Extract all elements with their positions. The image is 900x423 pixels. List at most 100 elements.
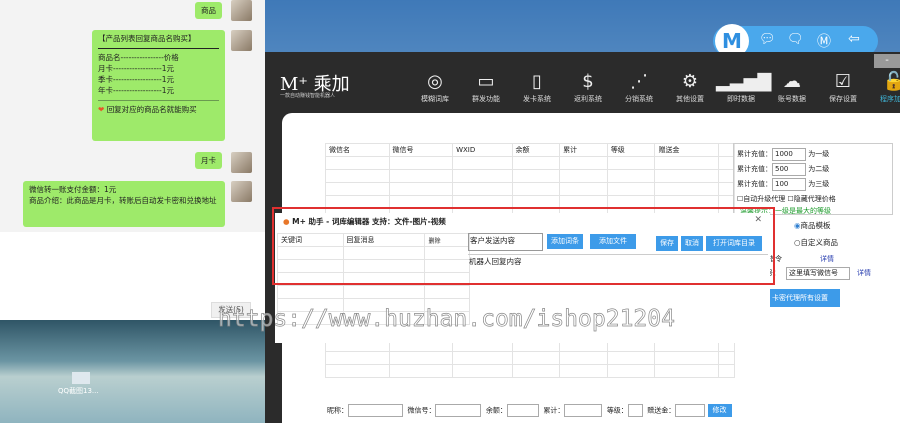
product-list-title: 【产品列表回复商品名购买】 (98, 33, 219, 49)
level-row: 累计充值： 1000 为一级 (737, 147, 889, 162)
toolbar-share[interactable]: ⋰ 分销系统 (614, 70, 664, 104)
toolbar-card[interactable]: ▯ 发卡系统 (512, 70, 562, 104)
detail-link[interactable]: 详情 (857, 268, 871, 278)
save-icon: ☑ (834, 71, 852, 92)
product-list-message: 【产品列表回复商品名购买】 商品名----------------价格 月卡--… (92, 30, 225, 141)
edit-row: 昵称： 微信号： 余额： 累计： 等级： 赠送金： 修改 (327, 404, 732, 417)
agent-settings-button[interactable]: 卡密代理所有设置 (760, 289, 840, 307)
bars-icon: ▂▃▅▇ (716, 71, 772, 92)
modify-button[interactable]: 修改 (707, 404, 732, 417)
nickname-input[interactable] (348, 404, 403, 417)
radio-template-label: 商品模板 (800, 221, 831, 230)
toolbar-dollar[interactable]: $ 返利系统 (563, 70, 613, 104)
level-label: 等级： (606, 406, 628, 415)
product-intro-text: 商品介绍：此商品是月卡，转账后自动发卡密和兑换地址 (29, 196, 217, 205)
avatar (231, 152, 252, 173)
level-suffix: 为二级 (808, 165, 830, 173)
total-input[interactable] (564, 404, 603, 417)
minimize-button[interactable]: - (874, 54, 900, 68)
chat-window: 商品 【产品列表回复商品名购买】 商品名----------------价格 月… (0, 0, 265, 232)
table-row[interactable] (325, 169, 735, 183)
highlight-box (272, 207, 775, 285)
heart-icon: ❤ (98, 105, 105, 114)
level-label: 累计充值： (737, 165, 772, 173)
card-icon: ▯ (532, 71, 542, 92)
desktop-icon-label[interactable]: QQ截图13... (58, 386, 99, 396)
radio-custom-label: 自定义商品 (800, 238, 839, 247)
level-label: 累计充值： (737, 180, 772, 188)
table-row[interactable] (325, 156, 735, 170)
toolbar-gear[interactable]: ⚙ 其他设置 (665, 70, 715, 104)
dollar-icon: $ (582, 71, 594, 92)
watermark: https://www.huzhan.com/ishop21204 (218, 306, 676, 333)
toolbar-label: 模糊词库 (421, 95, 449, 103)
exit-icon[interactable]: ⇦ (848, 31, 860, 47)
payment-text: 微信转一账支付金额：1元 (29, 185, 117, 194)
table-row[interactable] (325, 364, 735, 378)
product-row: 年卡------------------1元 (98, 86, 174, 95)
gear-icon: ⚙ (681, 71, 699, 92)
column-header[interactable]: 微信号 (388, 143, 454, 157)
column-header[interactable]: 累计 (559, 143, 608, 157)
column-header[interactable]: 微信名 (325, 143, 390, 157)
toolbar-label: 程序加密 (880, 95, 900, 103)
toolbar-cloud[interactable]: ☁ 账号数据 (767, 70, 817, 104)
wxid-label: 微信号： (407, 406, 436, 415)
level-threshold-input[interactable]: 100 (772, 177, 806, 191)
avatar (231, 30, 252, 51)
product-list-header: 商品名----------------价格 (98, 53, 179, 62)
toolbar-label: 即时数据 (727, 95, 755, 103)
balance-label: 余额： (485, 406, 507, 415)
wxid-input[interactable] (435, 404, 482, 417)
avatar (231, 181, 252, 202)
avatar (231, 0, 252, 21)
toolbar-label: 其他设置 (676, 95, 704, 103)
cloud-icon: ☁ (783, 71, 801, 92)
toolbar-label: 账号数据 (778, 95, 806, 103)
column-header[interactable]: 赠送金 (654, 143, 720, 157)
table-row[interactable] (325, 351, 735, 365)
chat-bubble-icon[interactable]: 💬︎ (759, 32, 776, 47)
file-icon[interactable] (72, 372, 90, 384)
toolbar-lock[interactable]: 🔓 程序加密 (869, 70, 900, 104)
toolbar-chat[interactable]: ▭ 群发功能 (461, 70, 511, 104)
toolbar-save[interactable]: ☑ 保存设置 (818, 70, 868, 104)
level-input[interactable] (627, 404, 643, 417)
level-threshold-input[interactable]: 1000 (772, 147, 806, 161)
chat-message: 商品 (195, 2, 222, 19)
total-label: 累计： (543, 406, 565, 415)
toolbar-bars[interactable]: ▂▃▅▇ 即时数据 (716, 70, 772, 104)
chat-message: 微信转一账支付金额：1元 商品介绍：此商品是月卡，转账后自动发卡密和兑换地址 (23, 181, 225, 227)
app-slogan: 一款自动赚钱智能机器人 (280, 93, 336, 99)
column-header[interactable]: 余额 (511, 143, 561, 157)
balance-input[interactable] (506, 404, 539, 417)
m-icon[interactable]: Ⓜ (817, 31, 831, 51)
auto-upgrade-label: 自动升级代理 (743, 195, 786, 203)
toolbar-globe[interactable]: ◎ 模糊词库 (410, 70, 460, 104)
level-row: 累计充值： 500 为二级 (737, 162, 889, 177)
toolbar-label: 发卡系统 (523, 95, 551, 103)
level-label: 累计充值： (737, 150, 772, 158)
level-settings: 累计充值： 1000 为一级 累计充值： 500 为二级 累计充值： 100 为三级 ☐自… (733, 143, 893, 215)
globe-icon: ◎ (427, 71, 443, 92)
share-icon: ⋰ (630, 71, 648, 92)
table-row[interactable] (325, 182, 735, 196)
hide-price-label: 隐藏代理价格 (793, 195, 836, 203)
product-row: 月卡------------------1元 (98, 64, 174, 73)
column-header[interactable]: 等级 (606, 143, 656, 157)
gift-label: 赠送金： (647, 406, 676, 415)
level-threshold-input[interactable]: 500 (772, 162, 806, 176)
level-suffix: 为一级 (808, 150, 830, 158)
column-header[interactable]: WXID (452, 143, 513, 157)
wechat-icon[interactable]: 🗨︎ (787, 32, 804, 47)
toolbar-label: 保存设置 (829, 95, 857, 103)
toolbar-label: 群发功能 (472, 95, 500, 103)
product-row: 季卡------------------1元 (98, 75, 174, 84)
radio-custom: ○自定义商品 (794, 237, 838, 248)
radio-template: ◉商品模板 (794, 220, 831, 231)
detail-link[interactable]: 详情 (820, 254, 834, 264)
chat-message: 月卡 (195, 152, 222, 169)
gift-input[interactable] (675, 404, 706, 417)
toolbar-label: 分销系统 (625, 95, 653, 103)
wx-input[interactable]: 这里填写微信号 (786, 267, 850, 280)
